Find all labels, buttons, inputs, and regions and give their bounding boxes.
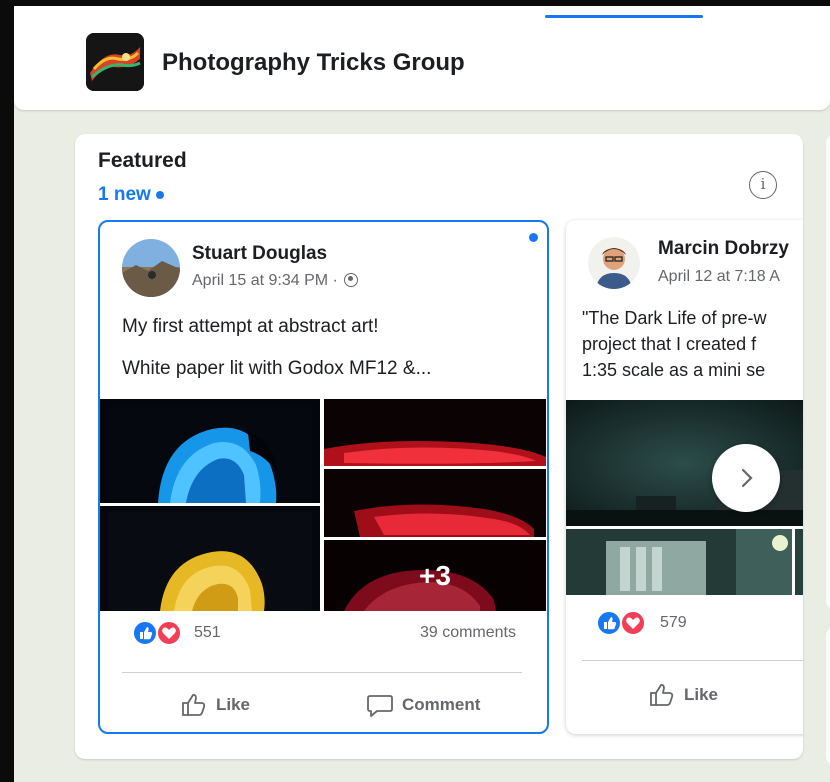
avatar[interactable] — [588, 237, 640, 289]
thumbs-up-icon — [182, 694, 206, 716]
featured-post-card[interactable]: Stuart Douglas April 15 at 9:34 PM · My … — [98, 220, 549, 734]
like-button[interactable]: Like — [648, 678, 718, 712]
group-header: Photography Tricks Group — [14, 6, 830, 110]
photo-tile[interactable] — [795, 529, 803, 595]
divider — [122, 672, 522, 673]
like-button[interactable]: Like — [180, 688, 250, 722]
reaction-count[interactable]: 579 — [660, 614, 687, 632]
side-card-edge — [826, 626, 830, 766]
photo-tile[interactable] — [100, 399, 320, 503]
featured-title: Featured — [98, 149, 187, 172]
more-photos-count: +3 — [324, 540, 546, 611]
active-tab-indicator — [545, 15, 703, 18]
comment-button[interactable]: Comment — [366, 688, 480, 722]
post-author[interactable]: Marcin Dobrzy — [658, 238, 789, 260]
comment-icon — [367, 695, 393, 717]
photo-tile[interactable] — [566, 529, 792, 595]
post-timestamp[interactable]: April 15 at 9:34 PM · — [192, 272, 338, 289]
like-label: Like — [216, 695, 251, 714]
post-text-line: "The Dark Life of pre-w — [582, 308, 767, 328]
globe-icon — [344, 273, 359, 287]
like-reaction-icon[interactable] — [596, 610, 622, 636]
thumbs-up-icon — [650, 684, 674, 706]
featured-post-card[interactable]: Marcin Dobrzy April 12 at 7:18 A "The Da… — [566, 220, 803, 734]
post-text-line[interactable]: White paper lit with Godox MF12 &... — [122, 358, 431, 380]
new-count-badge: 1 new — [98, 184, 164, 206]
photo-tile[interactable] — [324, 399, 546, 466]
comment-label: Comment — [402, 695, 481, 714]
post-text-line: project that I created f — [582, 334, 757, 354]
unread-dot-icon — [529, 233, 538, 242]
avatar[interactable] — [122, 239, 180, 297]
post-meta: April 15 at 9:34 PM · — [192, 272, 359, 290]
chevron-right-icon — [741, 468, 753, 488]
post-author[interactable]: Stuart Douglas — [192, 243, 327, 265]
new-dot-icon — [155, 190, 164, 199]
more-photos-tile[interactable]: +3 — [324, 540, 546, 611]
photo-tile[interactable] — [324, 469, 546, 537]
info-icon[interactable]: i — [749, 171, 777, 199]
divider — [582, 660, 803, 661]
reactions-row: 551 39 comments — [122, 620, 522, 650]
comment-count[interactable]: 39 comments — [420, 624, 516, 642]
like-reaction-icon[interactable] — [132, 620, 158, 646]
post-timestamp[interactable]: April 12 at 7:18 A — [658, 268, 780, 286]
post-text-line: My first attempt at abstract art! — [122, 316, 379, 337]
page-frame: Photography Tricks Group Featured 1 new … — [0, 0, 830, 782]
new-count-label: 1 new — [98, 184, 151, 205]
group-avatar[interactable] — [86, 33, 144, 91]
next-photo-button[interactable] — [712, 444, 780, 512]
side-card-edge — [826, 134, 830, 610]
love-reaction-icon[interactable] — [620, 610, 646, 636]
post-text-line: 1:35 scale as a mini se — [582, 360, 766, 380]
like-label: Like — [684, 685, 719, 704]
photo-grid: +3 — [100, 399, 546, 611]
group-name[interactable]: Photography Tricks Group — [162, 49, 465, 77]
reaction-count[interactable]: 551 — [194, 624, 221, 642]
photo-tile[interactable] — [100, 506, 320, 611]
love-reaction-icon[interactable] — [156, 620, 182, 646]
featured-section: Featured 1 new i Stuart Douglas April 15… — [75, 134, 803, 759]
